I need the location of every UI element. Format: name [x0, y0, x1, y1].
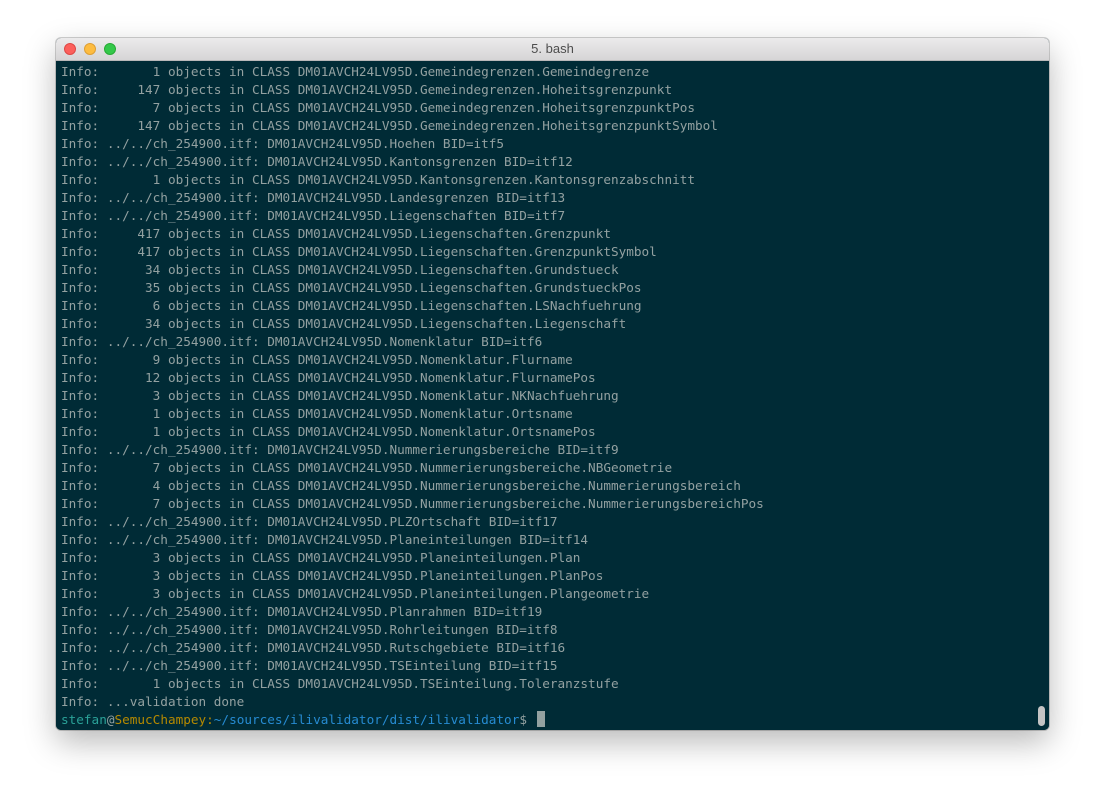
output-line: Info: ../../ch_254900.itf: DM01AVCH24LV9… — [61, 604, 543, 619]
output-line: Info: 7 objects in CLASS DM01AVCH24LV95D… — [61, 460, 673, 475]
output-line: Info: 417 objects in CLASS DM01AVCH24LV9… — [61, 226, 611, 241]
output-line: Info: 1 objects in CLASS DM01AVCH24LV95D… — [61, 406, 573, 421]
output-line: Info: 3 objects in CLASS DM01AVCH24LV95D… — [61, 550, 581, 565]
output-line: Info: 34 objects in CLASS DM01AVCH24LV95… — [61, 262, 619, 277]
output-line: Info: ../../ch_254900.itf: DM01AVCH24LV9… — [61, 136, 505, 151]
scrollbar-thumb[interactable] — [1038, 706, 1045, 726]
output-line: Info: ...validation done — [61, 694, 245, 709]
output-line: Info: 3 objects in CLASS DM01AVCH24LV95D… — [61, 586, 650, 601]
output-line: Info: 6 objects in CLASS DM01AVCH24LV95D… — [61, 298, 642, 313]
output-line: Info: ../../ch_254900.itf: DM01AVCH24LV9… — [61, 640, 566, 655]
output-line: Info: ../../ch_254900.itf: DM01AVCH24LV9… — [61, 622, 558, 637]
output-lines: Info: 1 objects in CLASS DM01AVCH24LV95D… — [61, 63, 1034, 711]
output-line: Info: 1 objects in CLASS DM01AVCH24LV95D… — [61, 676, 619, 691]
prompt-line[interactable]: stefan@SemucChampey:~/sources/ilivalidat… — [61, 711, 1034, 729]
output-line: Info: 35 objects in CLASS DM01AVCH24LV95… — [61, 280, 642, 295]
terminal-output[interactable]: Info: 1 objects in CLASS DM01AVCH24LV95D… — [56, 61, 1034, 730]
terminal-window: 5. bash Info: 1 objects in CLASS DM01AVC… — [56, 38, 1049, 730]
output-line: Info: 1 objects in CLASS DM01AVCH24LV95D… — [61, 424, 596, 439]
output-line: Info: 147 objects in CLASS DM01AVCH24LV9… — [61, 118, 718, 133]
output-line: Info: 147 objects in CLASS DM01AVCH24LV9… — [61, 82, 673, 97]
prompt-symbol: $ — [519, 712, 535, 727]
output-line: Info: 9 objects in CLASS DM01AVCH24LV95D… — [61, 352, 573, 367]
window-title: 5. bash — [531, 41, 574, 56]
output-line: Info: 1 objects in CLASS DM01AVCH24LV95D… — [61, 172, 695, 187]
output-line: Info: 417 objects in CLASS DM01AVCH24LV9… — [61, 244, 657, 259]
output-line: Info: ../../ch_254900.itf: DM01AVCH24LV9… — [61, 190, 566, 205]
output-line: Info: 12 objects in CLASS DM01AVCH24LV95… — [61, 370, 596, 385]
output-line: Info: ../../ch_254900.itf: DM01AVCH24LV9… — [61, 658, 558, 673]
prompt-user: stefan — [61, 712, 107, 727]
title-bar[interactable]: 5. bash — [56, 38, 1049, 61]
output-line: Info: ../../ch_254900.itf: DM01AVCH24LV9… — [61, 514, 558, 529]
output-line: Info: ../../ch_254900.itf: DM01AVCH24LV9… — [61, 442, 619, 457]
output-line: Info: ../../ch_254900.itf: DM01AVCH24LV9… — [61, 154, 573, 169]
output-line: Info: 4 objects in CLASS DM01AVCH24LV95D… — [61, 478, 741, 493]
output-line: Info: ../../ch_254900.itf: DM01AVCH24LV9… — [61, 208, 566, 223]
output-line: Info: 3 objects in CLASS DM01AVCH24LV95D… — [61, 388, 619, 403]
text-cursor — [536, 711, 545, 727]
output-line: Info: 1 objects in CLASS DM01AVCH24LV95D… — [61, 64, 650, 79]
prompt-colon: : — [206, 712, 214, 727]
output-line: Info: 7 objects in CLASS DM01AVCH24LV95D… — [61, 496, 764, 511]
output-line: Info: ../../ch_254900.itf: DM01AVCH24LV9… — [61, 334, 543, 349]
output-line: Info: 3 objects in CLASS DM01AVCH24LV95D… — [61, 568, 604, 583]
output-line: Info: 7 objects in CLASS DM01AVCH24LV95D… — [61, 100, 695, 115]
scrollbar[interactable] — [1034, 61, 1049, 730]
prompt-path: ~/sources/ilivalidator/dist/ilivalidator — [213, 712, 520, 727]
output-line: Info: ../../ch_254900.itf: DM01AVCH24LV9… — [61, 532, 589, 547]
prompt-host: SemucChampey — [114, 712, 207, 727]
output-line: Info: 34 objects in CLASS DM01AVCH24LV95… — [61, 316, 627, 331]
